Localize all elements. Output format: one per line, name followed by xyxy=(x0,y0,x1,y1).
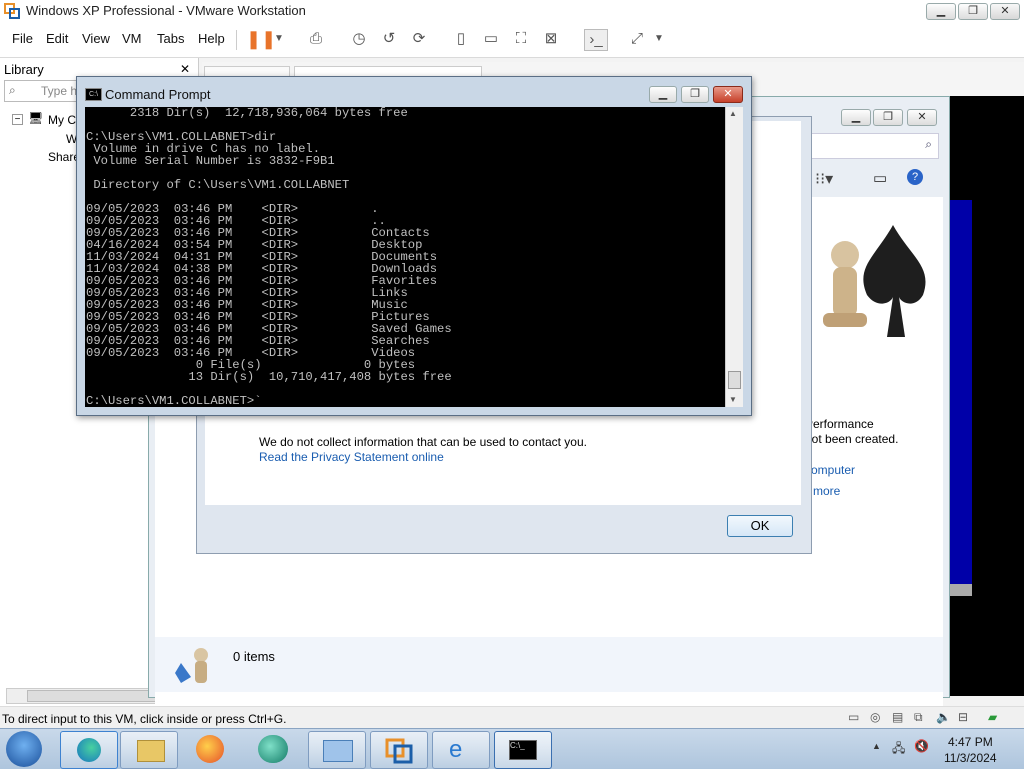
library-title: Library xyxy=(4,62,44,77)
send-ctrl-alt-del-icon[interactable]: ⎙ xyxy=(305,29,327,49)
cmd-minimize-button[interactable]: ▁ xyxy=(649,86,677,103)
vmware-taskbar-icon[interactable] xyxy=(370,731,428,769)
usb-icon[interactable]: ⊟ xyxy=(958,710,968,724)
show-library-icon[interactable]: ▯ xyxy=(450,29,472,49)
pause-icon[interactable]: ❚❚ xyxy=(246,29,276,49)
performance-text: Performance xyxy=(805,417,874,431)
chat-app-taskbar-icon[interactable] xyxy=(258,735,288,763)
computer-link[interactable]: computer xyxy=(805,463,855,477)
window-title: Windows XP Professional - VMware Worksta… xyxy=(26,3,306,18)
menu-help[interactable]: Help xyxy=(198,31,225,46)
snapshot-icon[interactable]: ◷ xyxy=(348,29,370,49)
tree-expander-icon[interactable]: − xyxy=(12,114,23,125)
help-icon[interactable]: ? xyxy=(907,169,923,185)
explorer-search-icon: ⌕ xyxy=(925,137,932,151)
clock-time[interactable]: 4:47 PM xyxy=(948,735,993,749)
command-prompt-window: C:\ Command Prompt ▁ ❐ ✕ 2318 Dir(s) 12,… xyxy=(76,76,752,416)
console-view-icon[interactable]: ›_ xyxy=(584,29,608,51)
menu-edit[interactable]: Edit xyxy=(46,31,68,46)
floppy-icon[interactable]: ▤ xyxy=(892,710,903,724)
explorer-search-input[interactable]: ⌕ xyxy=(809,133,939,159)
start-button-icon[interactable] xyxy=(6,731,42,767)
maximize-button[interactable]: ❐ xyxy=(958,3,988,20)
edge-taskbar-icon[interactable] xyxy=(60,731,118,769)
cmd-icon: C:\ xyxy=(85,88,102,101)
revert-snapshot-icon[interactable]: ↺ xyxy=(378,29,400,49)
games-folder-icon xyxy=(171,643,217,689)
ok-button[interactable]: OK xyxy=(727,515,793,537)
explorer-details-pane: 0 items xyxy=(155,637,943,692)
hard-disk-icon[interactable]: ▭ xyxy=(848,710,859,724)
control-panel-taskbar-icon[interactable] xyxy=(308,731,366,769)
vmware-titlebar: Windows XP Professional - VMware Worksta… xyxy=(0,0,1024,23)
unity-icon[interactable]: ⊠ xyxy=(540,29,562,49)
cmd-title: Command Prompt xyxy=(105,87,211,102)
library-close-icon[interactable]: ✕ xyxy=(180,62,190,76)
snapshot-manager-icon[interactable]: ⟳ xyxy=(408,29,430,49)
minimize-button[interactable]: ▁ xyxy=(926,3,956,20)
cmd-taskbar-icon[interactable]: C:\_ xyxy=(494,731,552,769)
menu-view[interactable]: View xyxy=(82,31,110,46)
menu-tabs[interactable]: Tabs xyxy=(157,31,184,46)
toolbar-divider xyxy=(236,30,237,50)
show-hidden-icons-icon[interactable]: ▲ xyxy=(872,741,881,751)
console-screen[interactable]: 2318 Dir(s) 12,718,936,064 bytes free C:… xyxy=(85,107,725,407)
menubar: File Edit View VM Tabs Help ❚❚ ▼ ⎙ ◷ ↺ ⟳… xyxy=(0,22,1024,58)
cd-dvd-icon[interactable]: ◎ xyxy=(870,710,880,724)
firefox-taskbar-icon[interactable] xyxy=(196,735,224,763)
explorer-minimize-button[interactable]: ▁ xyxy=(841,109,871,126)
explorer-maximize-button[interactable]: ❐ xyxy=(873,109,903,126)
vmware-statusbar: To direct input to this VM, click inside… xyxy=(0,706,1024,729)
privacy-text: We do not collect information that can b… xyxy=(259,435,587,449)
stretch-dropdown-icon[interactable]: ▼ xyxy=(648,29,670,49)
more-link[interactable]: more xyxy=(813,484,840,498)
windows-taskbar: e C:\_ ▲ 🖧 🔇 4:47 PM 11/3/2024 xyxy=(0,728,1024,769)
performance-subtext: not been created. xyxy=(805,432,899,446)
search-icon: ⌕ xyxy=(9,83,16,97)
view-options-icon[interactable]: ⁝⁝▾ xyxy=(815,169,833,189)
console-output: 2318 Dir(s) 12,718,936,064 bytes free C:… xyxy=(86,107,452,407)
status-message: To direct input to this VM, click inside… xyxy=(2,712,287,726)
explorer-taskbar-icon[interactable] xyxy=(120,731,178,769)
menu-vm[interactable]: VM xyxy=(122,31,142,46)
computer-icon: 🖥 xyxy=(28,111,44,125)
volume-muted-icon[interactable]: 🔇 xyxy=(914,739,929,753)
sound-card-icon[interactable]: 🔈 xyxy=(936,710,951,724)
ie-taskbar-icon[interactable]: e xyxy=(432,731,490,769)
scroll-up-icon[interactable]: ▲ xyxy=(729,109,737,118)
scroll-down-icon[interactable]: ▼ xyxy=(729,395,737,404)
message-log-icon[interactable]: ▰ xyxy=(988,710,997,724)
cmd-close-button[interactable]: ✕ xyxy=(713,86,743,103)
full-screen-icon[interactable]: ⛶ xyxy=(510,29,532,49)
console-scrollbar[interactable]: ▲ ▼ xyxy=(725,107,743,407)
close-button[interactable]: ✕ xyxy=(990,3,1020,20)
stretch-guest-icon[interactable]: ⤢ xyxy=(626,29,648,49)
network-adapter-icon[interactable]: ⧉ xyxy=(914,710,923,725)
clock-date[interactable]: 11/3/2024 xyxy=(944,751,997,765)
thumbnail-bar-icon[interactable]: ▭ xyxy=(480,29,502,49)
network-tray-icon[interactable]: 🖧 xyxy=(892,739,905,760)
explorer-close-button[interactable]: ✕ xyxy=(907,109,937,126)
menu-file[interactable]: File xyxy=(12,31,33,46)
tree-item-my-computer[interactable]: My C xyxy=(48,113,76,127)
privacy-statement-link[interactable]: Read the Privacy Statement online xyxy=(259,450,444,464)
library-search-placeholder: Type h xyxy=(41,84,78,98)
console-scroll-thumb[interactable] xyxy=(728,371,741,389)
pause-dropdown-icon[interactable]: ▼ xyxy=(268,29,290,49)
games-logo-icon xyxy=(805,217,935,357)
vmware-logo-icon xyxy=(4,3,20,19)
item-count: 0 items xyxy=(233,649,275,664)
preview-pane-icon[interactable]: ▭ xyxy=(873,169,887,187)
cmd-maximize-button[interactable]: ❐ xyxy=(681,86,709,103)
